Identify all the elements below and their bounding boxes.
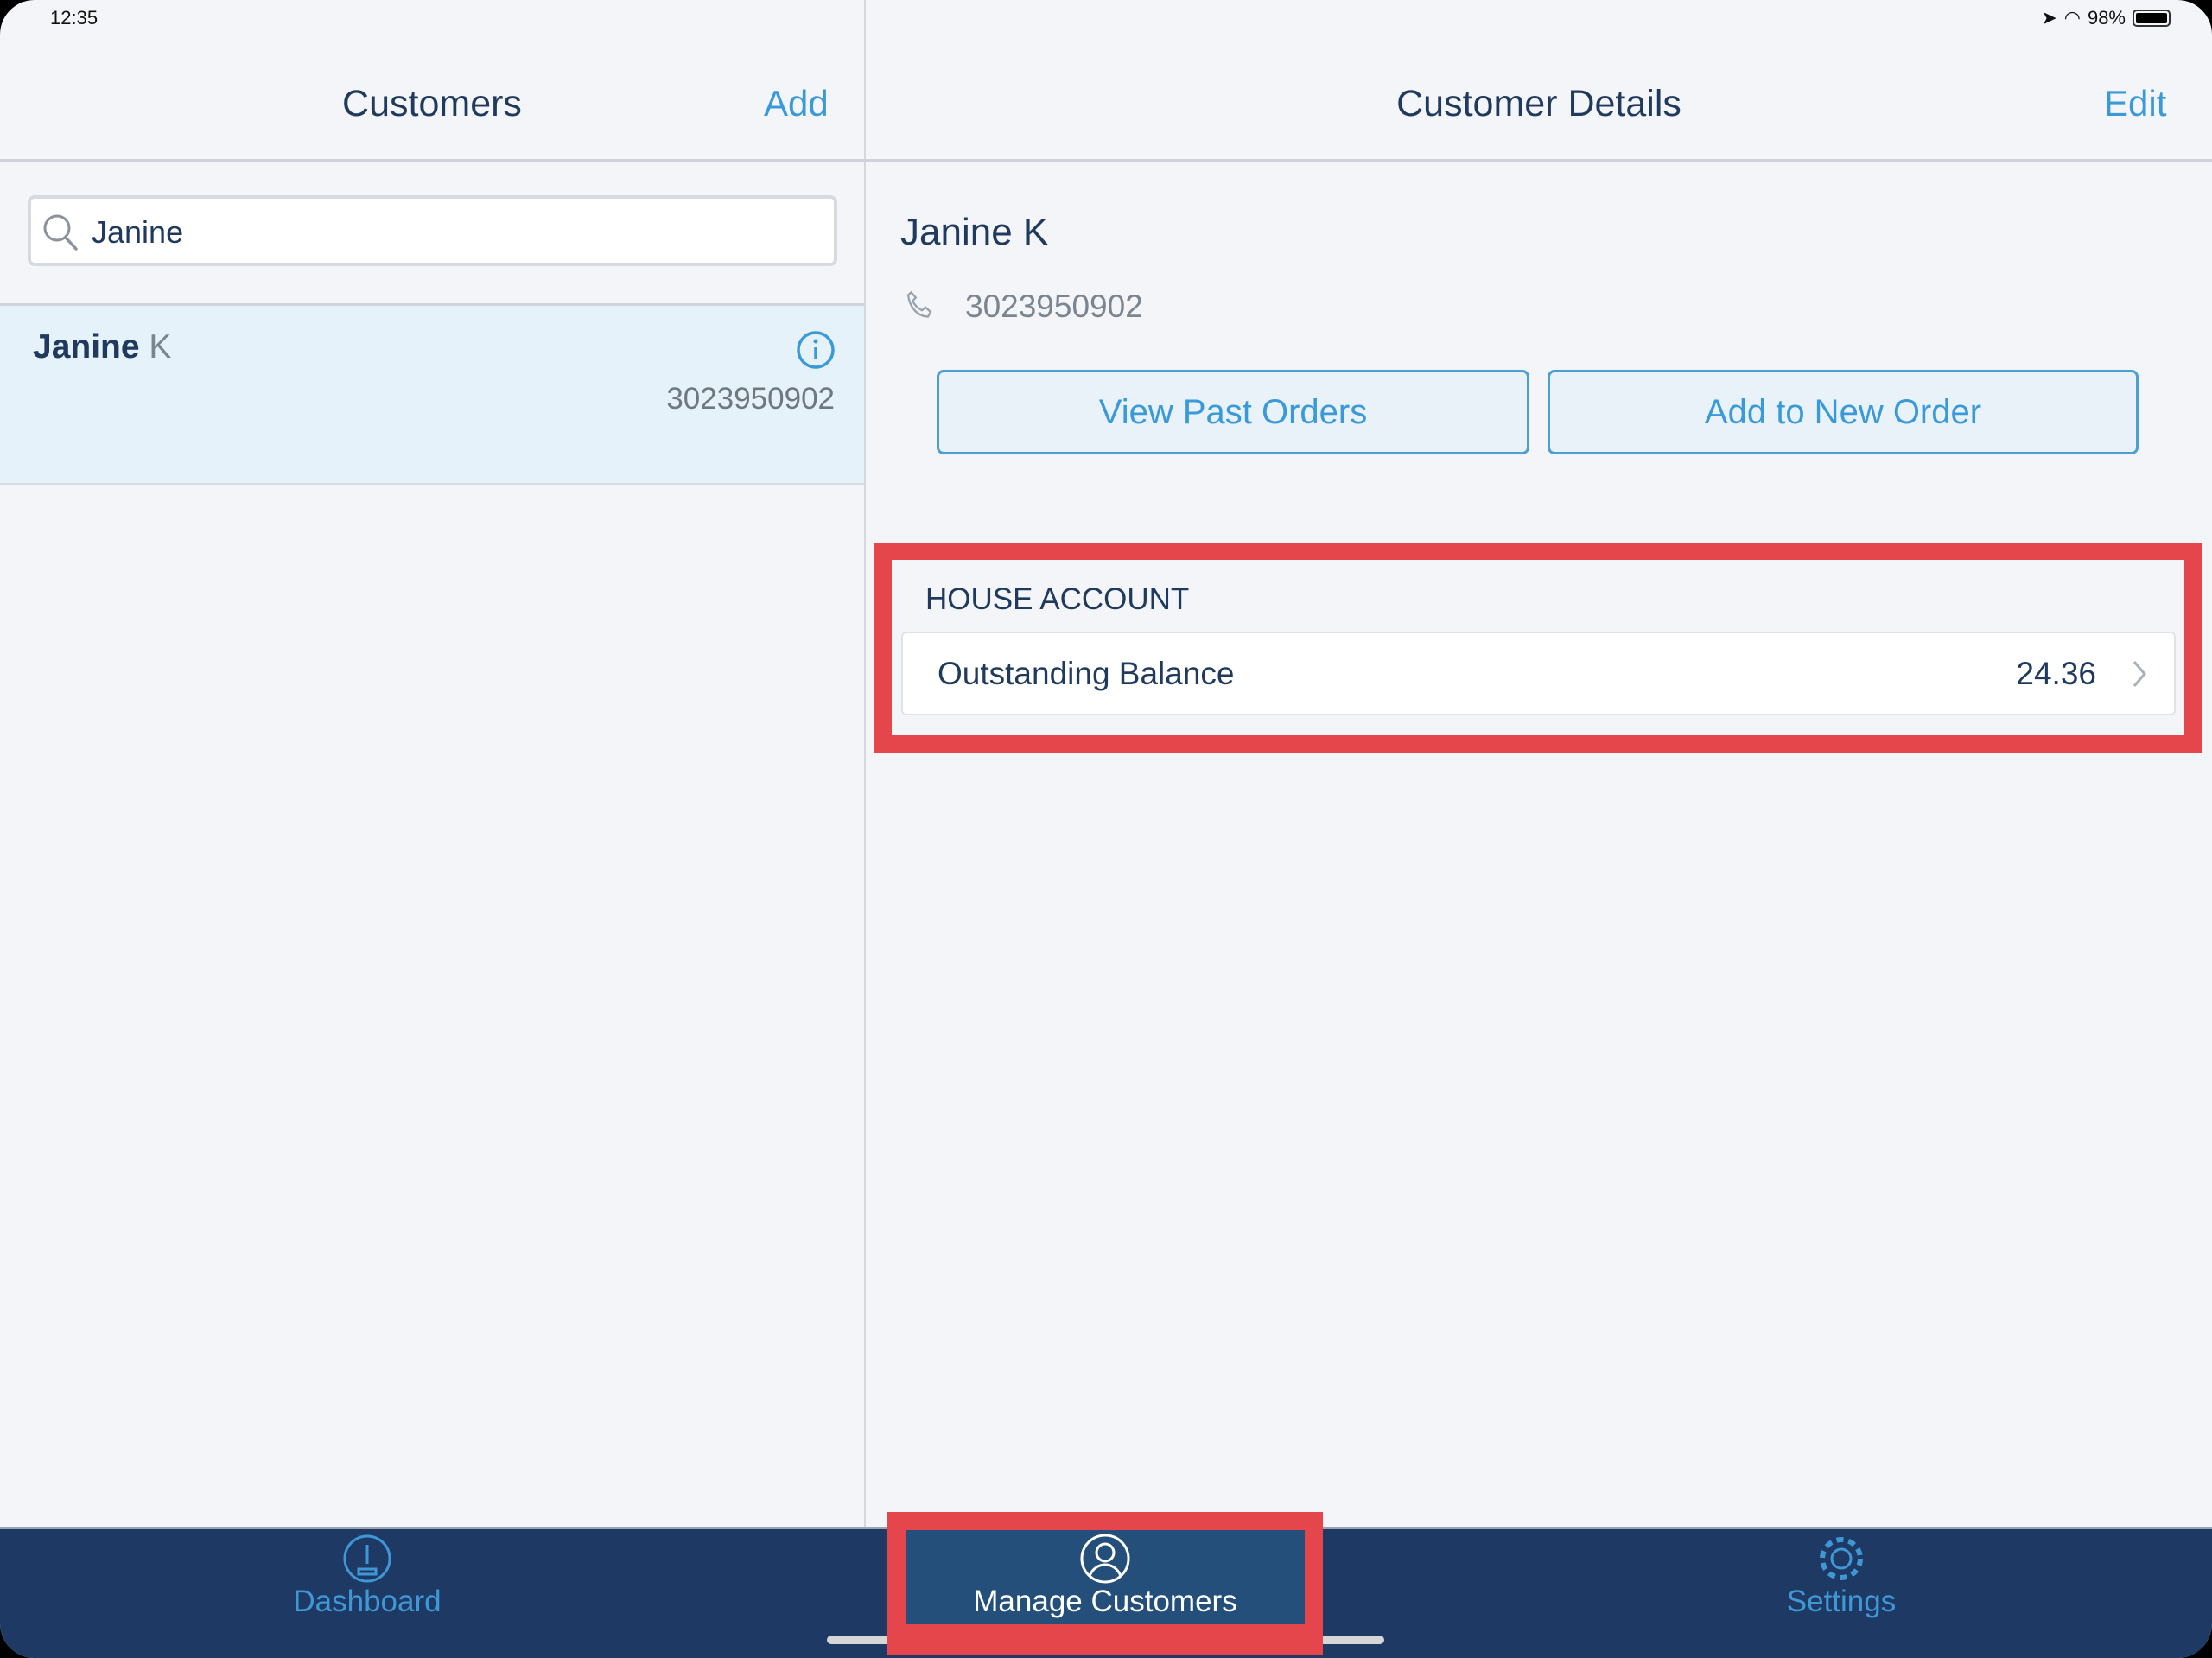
search-icon: [43, 214, 78, 251]
tab-settings-label: Settings: [1786, 1585, 1897, 1618]
view-past-orders-button[interactable]: View Past Orders: [937, 370, 1529, 454]
tab-manage-customers[interactable]: Manage Customers: [906, 1533, 1305, 1619]
customer-last-name: K: [149, 328, 172, 365]
tab-dashboard[interactable]: Dashboard: [194, 1533, 540, 1619]
battery-icon: [2133, 10, 2171, 27]
status-indicators: ➤ ◠ 98%: [2041, 7, 2171, 29]
battery-percent: 98%: [2087, 7, 2126, 29]
tab-manage-customers-label: Manage Customers: [973, 1585, 1237, 1618]
gear-icon: [1820, 1537, 1863, 1580]
customers-title: Customers: [342, 83, 522, 124]
customer-name: Janine K: [33, 328, 171, 366]
outstanding-balance-row[interactable]: Outstanding Balance 24.36: [901, 632, 2176, 715]
detail-phone: 3023950902: [965, 289, 1143, 324]
detail-customer-name: Janine K: [900, 211, 1049, 253]
customer-list-item[interactable]: Janine K 3023950902: [0, 303, 864, 485]
location-icon: ➤: [2041, 7, 2057, 29]
info-icon[interactable]: [796, 330, 836, 370]
edit-button[interactable]: Edit: [2104, 83, 2166, 124]
search-input[interactable]: Janine: [28, 195, 837, 266]
search-value: Janine: [92, 214, 184, 250]
dashboard-gauge-icon: [343, 1534, 391, 1583]
customer-phone: 3023950902: [666, 382, 835, 416]
house-account-header: HOUSE ACCOUNT: [925, 582, 1190, 616]
outstanding-balance-label: Outstanding Balance: [938, 656, 1235, 691]
ipad-screen: 12:35 ➤ ◠ 98% Customers Add Janine Janin…: [0, 0, 2212, 1658]
tab-settings[interactable]: Settings: [1669, 1533, 2014, 1619]
wifi-icon: ◠: [2063, 7, 2081, 29]
tab-dashboard-label: Dashboard: [293, 1585, 442, 1618]
header-divider: [0, 159, 2212, 162]
user-circle-icon: [1080, 1534, 1130, 1584]
status-time: 12:35: [50, 7, 99, 29]
customer-details-title: Customer Details: [1396, 83, 1681, 124]
add-customer-button[interactable]: Add: [764, 83, 829, 124]
customer-first-name: Janine: [33, 328, 140, 365]
phone-icon: [906, 290, 932, 318]
highlight-bottom-edge: [887, 1624, 1323, 1655]
pane-divider: [864, 0, 866, 1527]
chevron-right-icon: [2133, 661, 2146, 687]
add-to-new-order-button[interactable]: Add to New Order: [1548, 370, 2139, 454]
outstanding-balance-value: 24.36: [2016, 656, 2096, 691]
